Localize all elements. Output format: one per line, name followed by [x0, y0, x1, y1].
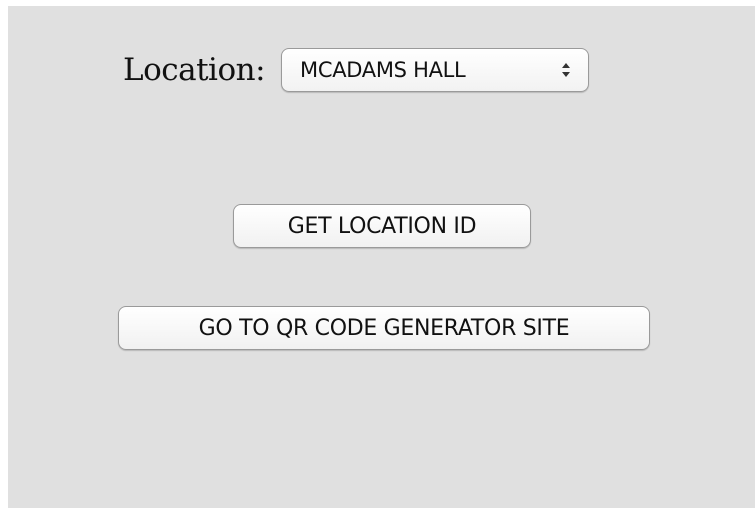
get-location-id-button[interactable]: GET LOCATION ID: [233, 204, 531, 248]
chevron-down-icon: [562, 72, 571, 77]
qr-code-generator-button[interactable]: GO TO QR CODE GENERATOR SITE: [118, 306, 650, 350]
location-select-value: MCADAMS HALL: [300, 58, 466, 82]
location-row: Location: MCADAMS HALL: [123, 44, 590, 96]
location-select[interactable]: MCADAMS HALL: [281, 48, 590, 92]
location-panel: Location: MCADAMS HALL GET LOCATION ID G…: [8, 6, 755, 508]
location-label: Location:: [123, 52, 266, 88]
up-down-chevron-icon: [562, 63, 571, 77]
chevron-up-icon: [562, 63, 571, 68]
